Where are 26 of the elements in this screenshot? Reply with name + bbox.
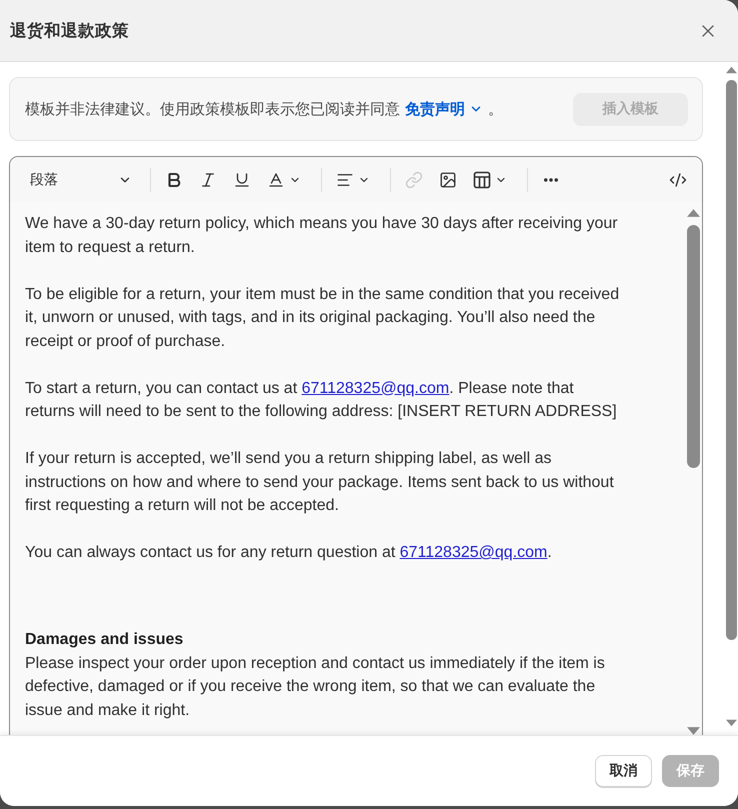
dialog-title: 退货和退款政策 [10, 20, 129, 42]
table-icon[interactable] [473, 170, 491, 188]
body-paragraph: To start a return, you can contact us at 671128325@qq.com. Please note that returns will need to be sent to the following address: [INSERT RETURN ADDRESS] [25, 378, 618, 422]
scroll-up-arrow-icon[interactable] [686, 209, 700, 217]
scroll-down-arrow-icon[interactable] [686, 727, 700, 735]
italic-icon[interactable] [199, 170, 217, 188]
underline-icon[interactable] [233, 170, 251, 188]
body-paragraph: To be eligible for a return, your item must be in the same condition that you received it, unworn or unused, with tags, and in its original packaging. You’ll also need the receipt or proof of purchase. [25, 284, 620, 352]
scrollbar-thumb[interactable] [726, 80, 736, 640]
email-link[interactable]: 671128325@qq.com [400, 544, 548, 561]
body-paragraph: You can always contact us for any return question at 671128325@qq.com. [25, 543, 553, 563]
scroll-down-arrow-icon[interactable] [726, 719, 736, 727]
notice-text: 模板并非法律建议。使用政策模板即表示您已阅读并同意 免责声明 。 [25, 100, 503, 118]
body-paragraph: We have a 30-day return policy, which means you have 30 days after receiving your item to request a return. [25, 214, 619, 258]
section-heading: Damages and issues [25, 630, 184, 650]
image-icon[interactable] [439, 170, 457, 188]
scroll-up-arrow-icon[interactable] [726, 66, 736, 74]
cancel-button[interactable]: 取消 [595, 755, 652, 787]
code-icon[interactable] [669, 170, 687, 188]
scrollbar-thumb[interactable] [686, 225, 700, 468]
email-link[interactable]: 671128325@qq.com [302, 380, 450, 396]
disclaimer-link[interactable]: 免责声明 [405, 100, 483, 118]
body-paragraph: Please inspect your order upon reception and contact us immediately if the item is defective, damaged or if you receive the wrong item, so that we can evaluate the issue and make it right. [25, 654, 606, 720]
paragraph-format-select[interactable]: 段落 [20, 164, 140, 196]
body-paragraph: If your return is accepted, we’ll send you a return shipping label, as well as instructions on how and where to send your package. Items sent back to us without first requesting a return will not be accepted. [25, 449, 615, 516]
letter-a-underline-icon[interactable] [267, 170, 285, 188]
